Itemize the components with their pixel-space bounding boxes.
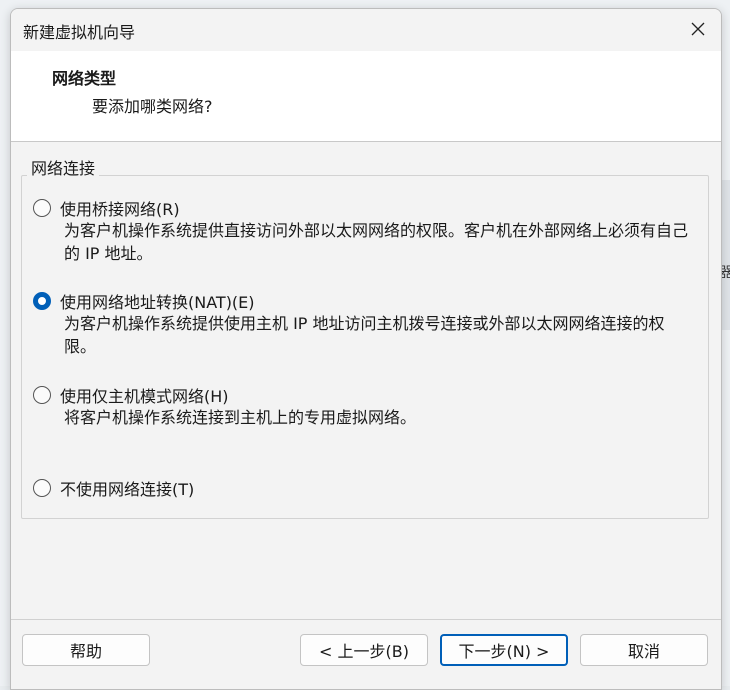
radio-nat[interactable] — [33, 292, 51, 310]
option-label[interactable]: 不使用网络连接(T) — [60, 476, 194, 500]
new-vm-wizard-dialog: 新建虚拟机向导 网络类型 要添加哪类网络? 网络连接 使用桥接网络(R) 为客户… — [10, 8, 722, 690]
title-bar[interactable]: 新建虚拟机向导 — [11, 9, 721, 51]
option-label[interactable]: 使用网络地址转换(NAT)(E) — [60, 289, 255, 313]
close-icon — [691, 22, 705, 36]
help-button[interactable]: 帮助 — [22, 634, 150, 666]
back-button[interactable]: < 上一步(B) — [300, 634, 428, 666]
radio-bridged[interactable] — [33, 199, 51, 217]
option-description: 为客户机操作系统提供直接访问外部以太网网络的权限。客户机在外部网络上必须有自己的… — [64, 221, 689, 263]
window-title: 新建虚拟机向导 — [23, 23, 136, 42]
option-label[interactable]: 使用桥接网络(R) — [60, 196, 180, 220]
page-subtitle: 要添加哪类网络? — [92, 97, 213, 116]
option-label[interactable]: 使用仅主机模式网络(H) — [60, 383, 229, 407]
option-description: 将客户机操作系统连接到主机上的专用虚拟网络。 — [64, 408, 417, 427]
wizard-header: 网络类型 要添加哪类网络? — [11, 51, 721, 142]
footer-divider — [11, 619, 721, 620]
page-title: 网络类型 — [52, 69, 117, 88]
close-button[interactable] — [675, 9, 721, 49]
option-description: 为客户机操作系统提供使用主机 IP 地址访问主机拨号连接或外部以太网网络连接的权… — [64, 314, 665, 356]
group-label: 网络连接 — [27, 155, 100, 179]
radio-no-network[interactable] — [33, 479, 51, 497]
next-button[interactable]: 下一步(N) > — [440, 634, 568, 666]
cancel-button[interactable]: 取消 — [580, 634, 708, 666]
radio-host-only[interactable] — [33, 386, 51, 404]
